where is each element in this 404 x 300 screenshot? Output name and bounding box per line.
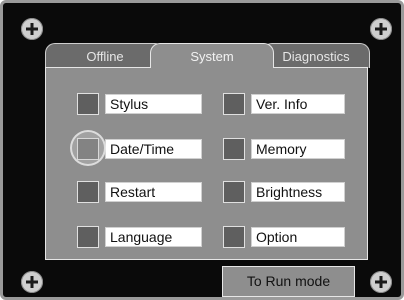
menu-item-checkbox[interactable] — [223, 93, 245, 115]
tab-system[interactable]: System — [150, 43, 274, 68]
screw-icon — [21, 18, 43, 40]
menu-item-label: Brightness — [251, 182, 345, 202]
screw-icon — [370, 271, 392, 293]
menu-item-checkbox[interactable] — [77, 181, 99, 203]
menu-item-label: Restart — [105, 182, 202, 202]
menu-item-checkbox[interactable] — [223, 226, 245, 248]
to-run-mode-button[interactable]: To Run mode — [222, 266, 355, 297]
screw-icon — [370, 18, 392, 40]
menu-item-label: Option — [251, 227, 345, 247]
tab-offline[interactable]: Offline — [45, 43, 165, 68]
menu-item-checkbox[interactable] — [77, 226, 99, 248]
menu-item-label: Memory — [251, 139, 345, 159]
tab-diagnostics[interactable]: Diagnostics — [262, 43, 370, 68]
menu-item-label: Language — [105, 227, 202, 247]
menu-item-checkbox[interactable] — [223, 181, 245, 203]
screw-icon — [21, 271, 43, 293]
menu-item-label: Date/Time — [105, 139, 202, 159]
menu-item-checkbox[interactable] — [223, 138, 245, 160]
menu-item-label: Stylus — [105, 94, 202, 114]
menu-item-checkbox[interactable] — [77, 93, 99, 115]
touch-ring-icon — [70, 130, 106, 166]
menu-item-label: Ver. Info — [251, 94, 345, 114]
